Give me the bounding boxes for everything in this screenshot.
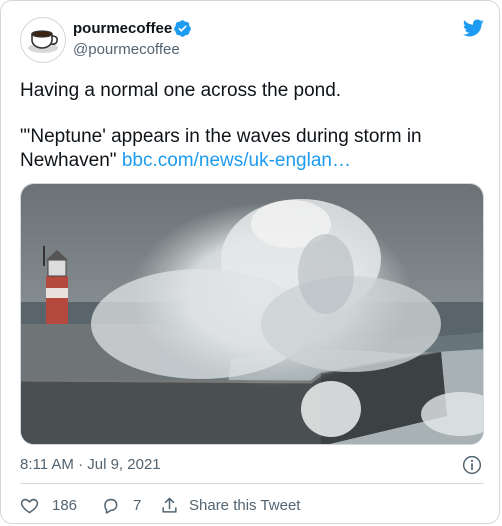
tweet-text: Having a normal one across the pond. "'N… [20,79,480,173]
tweet-photo[interactable] [20,183,484,445]
reply-bubble-icon [104,498,118,514]
like-button[interactable]: 186 [20,494,77,516]
coffee-cup-avatar-icon [28,30,58,53]
share-icon [162,497,177,513]
tweet-text-quote-paragraph: "'Neptune' appears in the waves during s… [20,125,480,173]
display-name[interactable]: pourmecoffee [73,20,172,38]
tweet-card: pourmecoffee @pourmecoffee Having a norm… [0,0,500,524]
twitter-bird-icon[interactable] [461,17,485,39]
share-label: Share this Tweet [189,496,301,514]
tweet-text-line: Having a normal one across the pond. [20,80,342,101]
storm-wave-photo-image [21,184,483,444]
verified-badge-icon [174,20,191,37]
avatar[interactable] [20,17,66,63]
divider [20,483,484,484]
like-count: 186 [52,496,78,514]
share-tweet-button[interactable]: Share this Tweet [160,494,300,516]
user-handle[interactable]: @pourmecoffee [73,41,180,59]
reply-button[interactable]: 7 [101,494,141,516]
article-link[interactable]: bbc.com/news/uk-englan… [122,150,351,171]
info-icon[interactable] [462,455,482,475]
tweet-timestamp[interactable]: 8:11 AM · Jul 9, 2021 [20,456,161,474]
heart-icon [20,498,39,513]
reply-count: 7 [133,496,142,514]
